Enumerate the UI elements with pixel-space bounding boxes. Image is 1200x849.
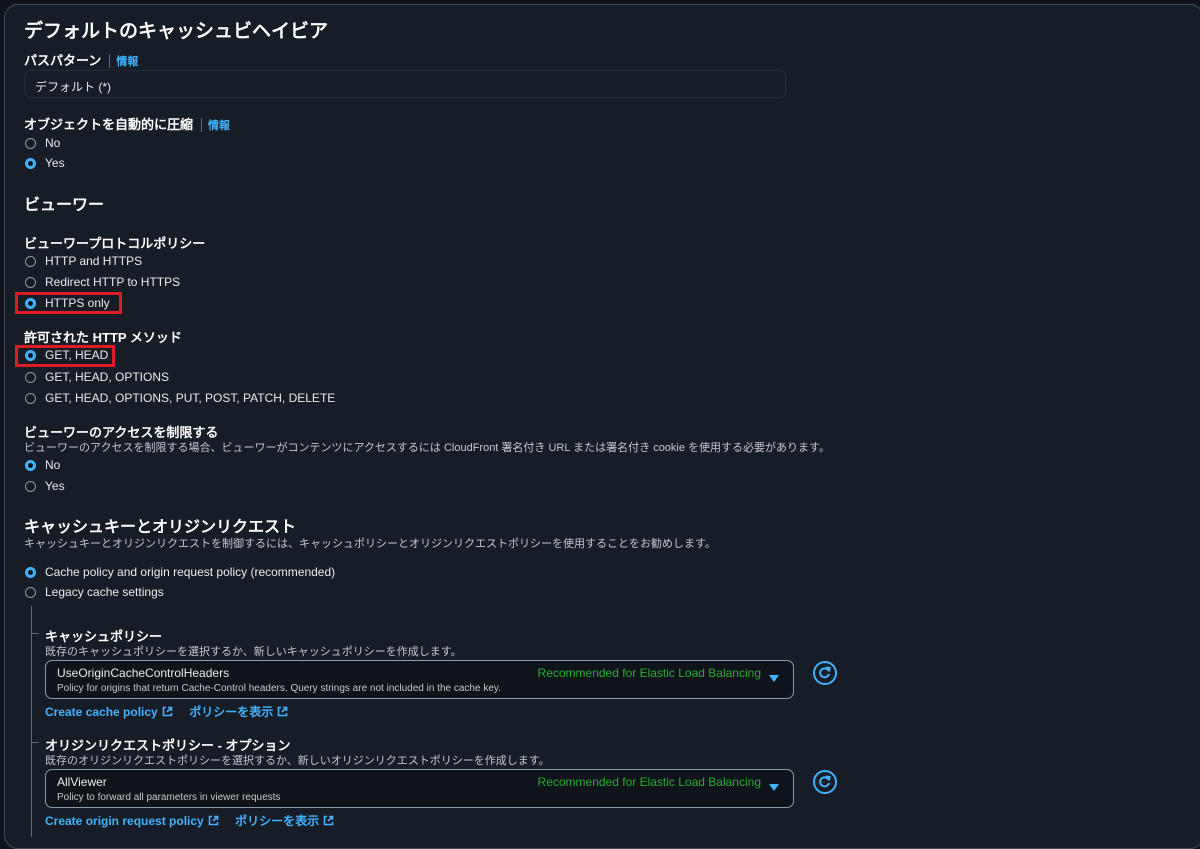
tree-line	[31, 606, 32, 837]
path-pattern-info-link[interactable]: 情報	[116, 56, 138, 68]
cache-policy-recommended-tag: Recommended for Elastic Load Balancing	[537, 666, 761, 680]
protocol-http-https-radio[interactable]	[25, 256, 36, 267]
cache-policy-links: Create cache policy ポリシーを表示	[45, 703, 288, 721]
cache-key-description: キャッシュキーとオリジンリクエストを制御するには、キャッシュポリシーとオリジンリ…	[24, 538, 716, 550]
methods-all-radio[interactable]	[25, 393, 36, 404]
cache-policy-selected-name: UseOriginCacheControlHeaders	[57, 666, 230, 680]
compress-info-link[interactable]: 情報	[208, 120, 230, 132]
protocol-redirect-radio[interactable]	[25, 277, 36, 288]
path-pattern-field: デフォルト (*)	[24, 70, 786, 98]
view-cache-policy-link[interactable]: ポリシーを表示	[189, 705, 273, 719]
compress-label-row: オブジェクトを自動的に圧縮 情報	[24, 114, 230, 134]
cache-policy-selected-desc: Policy for origins that return Cache-Con…	[57, 683, 501, 694]
path-pattern-value: デフォルト (*)	[35, 80, 111, 94]
highlight-https-only	[15, 292, 122, 314]
cache-key-heading: キャッシュキーとオリジンリクエスト	[24, 519, 297, 536]
cache-recommended-label[interactable]: Cache policy and origin request policy (…	[45, 565, 335, 579]
refresh-icon[interactable]	[813, 770, 837, 794]
external-link-icon	[162, 706, 173, 717]
origin-request-policy-select[interactable]: AllViewer Policy to forward all paramete…	[45, 769, 794, 808]
viewer-heading: ビューワー	[24, 197, 105, 214]
external-link-icon	[277, 706, 288, 717]
section-title: デフォルトのキャッシュビヘイビア	[24, 21, 329, 42]
highlight-get-head	[15, 345, 115, 367]
cache-policy-select[interactable]: UseOriginCacheControlHeaders Policy for …	[45, 660, 794, 699]
origin-policy-selected-desc: Policy to forward all parameters in view…	[57, 792, 281, 803]
compress-no-radio[interactable]	[25, 138, 36, 149]
tree-branch-origin	[31, 742, 39, 743]
protocol-policy-label: ビューワープロトコルポリシー	[24, 236, 206, 251]
cache-recommended-radio[interactable]	[25, 567, 36, 578]
origin-policy-recommended-tag: Recommended for Elastic Load Balancing	[537, 775, 761, 789]
compress-yes-label[interactable]: Yes	[45, 156, 65, 170]
restrict-no-radio[interactable]	[25, 460, 36, 471]
path-pattern-label: パスパターン	[24, 53, 102, 68]
methods-all-label[interactable]: GET, HEAD, OPTIONS, PUT, POST, PATCH, DE…	[45, 391, 335, 405]
path-pattern-label-row: パスパターン 情報	[24, 50, 138, 70]
compress-no-label[interactable]: No	[45, 136, 60, 150]
http-methods-label: 許可された HTTP メソッド	[24, 330, 182, 345]
caret-down-icon	[769, 784, 779, 791]
restrict-access-description: ビューワーのアクセスを制限する場合、ビューワーがコンテンツにアクセスするには C…	[24, 442, 830, 454]
compress-label: オブジェクトを自動的に圧縮	[24, 117, 194, 132]
create-origin-request-policy-link[interactable]: Create origin request policy	[45, 814, 204, 828]
methods-get-head-options-radio[interactable]	[25, 372, 36, 383]
cache-policy-description: 既存のキャッシュポリシーを選択するか、新しいキャッシュポリシーを作成します。	[45, 646, 462, 658]
view-origin-policy-link[interactable]: ポリシーを表示	[235, 814, 319, 828]
refresh-icon[interactable]	[813, 661, 837, 685]
restrict-no-label[interactable]: No	[45, 458, 60, 472]
origin-policy-links: Create origin request policy ポリシーを表示	[45, 812, 334, 830]
cache-legacy-label[interactable]: Legacy cache settings	[45, 585, 164, 599]
cache-legacy-radio[interactable]	[25, 587, 36, 598]
external-link-icon	[208, 815, 219, 826]
tree-branch-cache	[31, 633, 39, 634]
origin-policy-selected-name: AllViewer	[57, 775, 107, 789]
protocol-redirect-label[interactable]: Redirect HTTP to HTTPS	[45, 275, 180, 289]
methods-get-head-options-label[interactable]: GET, HEAD, OPTIONS	[45, 370, 169, 384]
restrict-yes-label[interactable]: Yes	[45, 479, 65, 493]
caret-down-icon	[769, 675, 779, 682]
compress-yes-radio[interactable]	[25, 158, 36, 169]
protocol-http-https-label[interactable]: HTTP and HTTPS	[45, 254, 142, 268]
origin-request-policy-description: 既存のオリジンリクエストポリシーを選択するか、新しいオリジンリクエストポリシーを…	[45, 755, 550, 767]
create-cache-policy-link[interactable]: Create cache policy	[45, 705, 158, 719]
restrict-yes-radio[interactable]	[25, 481, 36, 492]
external-link-icon	[323, 815, 334, 826]
